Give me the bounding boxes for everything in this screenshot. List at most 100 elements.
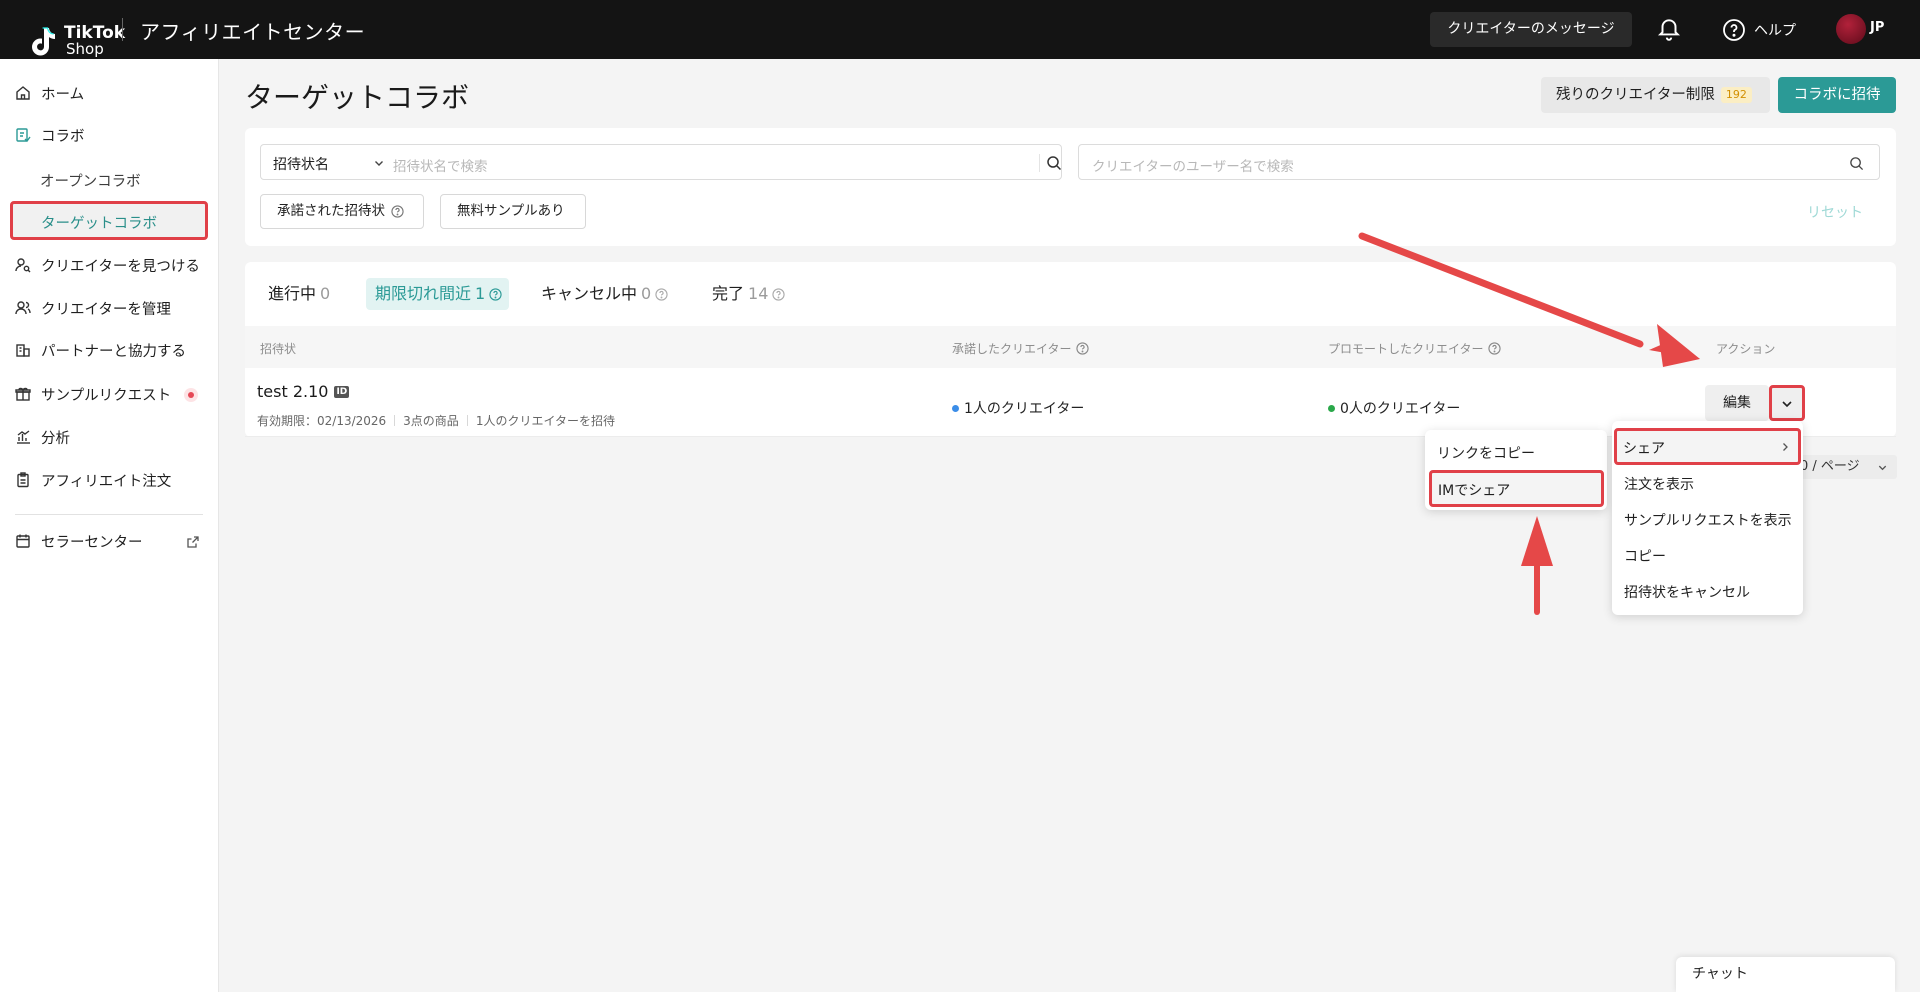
creator-limit-button[interactable]: 残りのクリエイター制限 192 bbox=[1541, 77, 1770, 113]
chevron-down-icon[interactable] bbox=[373, 157, 385, 169]
invitation-meta: 有効期限：02/13/2026 3点の商品 1人のクリエイターを招待 bbox=[257, 412, 615, 429]
tab-count: 0 bbox=[320, 284, 331, 303]
bell-icon[interactable] bbox=[1656, 16, 1682, 42]
logo-tiktok-text: TikTok bbox=[64, 23, 126, 43]
promoted-creators: 0人のクリエイター bbox=[1328, 398, 1460, 418]
creator-messages-button[interactable]: クリエイターのメッセージ bbox=[1430, 12, 1632, 47]
sidebar-item-target-collab[interactable]: ターゲットコラボ bbox=[10, 201, 208, 240]
question-icon bbox=[489, 287, 502, 301]
accepted-creators-text: 1人のクリエイター bbox=[964, 401, 1085, 417]
actions-menu: シェア 注文を表示 サンプルリクエストを表示 コピー 招待状をキャンセル bbox=[1612, 421, 1803, 615]
external-link-icon[interactable] bbox=[186, 535, 200, 549]
sidebar-item-label: アフィリエイト注文 bbox=[41, 473, 172, 490]
share-submenu: リンクをコピー IMでシェア bbox=[1425, 430, 1607, 510]
sidebar-item-open-collab[interactable]: オープンコラボ bbox=[40, 170, 141, 191]
column-accepted: 承諾したクリエイター bbox=[952, 340, 1089, 357]
column-label: 承諾したクリエイター bbox=[952, 342, 1072, 356]
search-icon[interactable] bbox=[1849, 156, 1864, 171]
chat-widget[interactable]: チャット bbox=[1676, 957, 1895, 992]
search-icon[interactable] bbox=[1046, 155, 1062, 171]
sidebar: ホーム コラボ オープンコラボ ターゲットコラボ クリエイターを見つける クリエ… bbox=[0, 59, 219, 992]
top-bar: TikTok Shop アフィリエイトセンター クリエイターのメッセージ ヘルプ… bbox=[0, 0, 1920, 59]
more-actions-button[interactable] bbox=[1769, 385, 1805, 421]
sidebar-item-label: ターゲットコラボ bbox=[41, 216, 157, 232]
sidebar-item-label: サンプルリクエスト bbox=[41, 387, 172, 404]
reset-button[interactable]: リセット bbox=[1807, 202, 1863, 222]
avatar[interactable] bbox=[1836, 14, 1866, 44]
region-label[interactable]: JP bbox=[1870, 20, 1884, 35]
expiry-date: 有効期限：02/13/2026 bbox=[257, 414, 387, 428]
invitations-table: 進行中 0 期限切れ間近 1 キャンセル中 0 完了 14 招待状 承諾したクリ… bbox=[245, 262, 1896, 437]
sidebar-item-manage-creators[interactable]: クリエイターを管理 bbox=[15, 294, 171, 322]
menu-item-label: シェア bbox=[1623, 441, 1665, 457]
creator-search-input[interactable]: クリエイターのユーザー名で検索 bbox=[1092, 155, 1294, 175]
sidebar-item-label: コラボ bbox=[41, 128, 85, 145]
share-im-item[interactable]: IMでシェア bbox=[1429, 470, 1604, 507]
tab-expiring-soon[interactable]: 期限切れ間近 1 bbox=[366, 278, 509, 310]
sidebar-item-analytics[interactable]: 分析 bbox=[15, 423, 70, 451]
page-title: ターゲットコラボ bbox=[245, 81, 470, 114]
building-icon bbox=[16, 344, 30, 357]
search-field-select[interactable]: 招待状名 bbox=[273, 154, 329, 174]
tab-count: 1 bbox=[475, 284, 486, 303]
sidebar-item-home[interactable]: ホーム bbox=[15, 79, 84, 107]
users-icon bbox=[15, 301, 31, 315]
menu-item-label: IMでシェア bbox=[1438, 483, 1511, 499]
view-orders-item[interactable]: 注文を表示 bbox=[1624, 474, 1694, 494]
chip-label: 承諾された招待状 bbox=[277, 203, 385, 219]
id-badge-icon[interactable]: ID bbox=[334, 385, 350, 398]
chart-icon bbox=[17, 430, 30, 444]
question-icon bbox=[1075, 342, 1089, 355]
creator-limit-label: 残りのクリエイター制限 bbox=[1556, 87, 1715, 103]
tab-label: 進行中 bbox=[268, 284, 317, 303]
search-separator bbox=[1039, 154, 1040, 172]
sidebar-item-partners[interactable]: パートナーと協力する bbox=[15, 336, 186, 364]
chevron-down-icon bbox=[1782, 401, 1792, 408]
logo-shop-text: Shop bbox=[66, 40, 104, 58]
creator-limit-count: 192 bbox=[1720, 87, 1752, 103]
chip-label: 無料サンプルあり bbox=[457, 203, 565, 219]
invitation-name-text: test 2.10 bbox=[257, 382, 329, 401]
status-dot bbox=[1328, 404, 1335, 412]
tab-label: 完了 bbox=[712, 284, 745, 303]
question-icon bbox=[655, 287, 668, 301]
invitation-search[interactable]: 招待状名 招待状名で検索 bbox=[260, 144, 1062, 180]
tab-completed[interactable]: 完了 14 bbox=[712, 278, 786, 310]
chevron-right-icon bbox=[1783, 443, 1788, 451]
sidebar-item-label: セラーセンター bbox=[41, 534, 143, 551]
user-search-icon bbox=[15, 258, 31, 273]
clipboard-icon bbox=[17, 472, 29, 488]
column-actions: アクション bbox=[1716, 342, 1776, 356]
question-icon bbox=[391, 205, 404, 218]
tab-in-progress[interactable]: 進行中 0 bbox=[268, 278, 330, 310]
sidebar-item-affiliate-orders[interactable]: アフィリエイト注文 bbox=[15, 466, 171, 494]
sidebar-item-label: 分析 bbox=[41, 430, 70, 447]
copy-link-item[interactable]: リンクをコピー bbox=[1437, 443, 1535, 463]
help-icon bbox=[1723, 19, 1745, 41]
free-sample-filter[interactable]: 無料サンプルあり bbox=[440, 194, 586, 229]
page-size-label: 0 / ページ bbox=[1800, 459, 1860, 474]
edit-button[interactable]: 編集 bbox=[1705, 385, 1769, 421]
copy-item[interactable]: コピー bbox=[1624, 546, 1666, 566]
tiktok-shop-logo[interactable]: TikTok Shop bbox=[14, 12, 125, 57]
share-item[interactable]: シェア bbox=[1614, 428, 1801, 465]
invite-collab-button[interactable]: コラボに招待 bbox=[1778, 77, 1896, 113]
sidebar-item-collab[interactable]: コラボ bbox=[15, 121, 85, 149]
tab-cancelling[interactable]: キャンセル中 0 bbox=[541, 278, 668, 310]
home-icon bbox=[16, 86, 30, 100]
meta-divider bbox=[394, 415, 396, 426]
sidebar-item-find-creators[interactable]: クリエイターを見つける bbox=[15, 251, 200, 279]
help-link[interactable]: ヘルプ bbox=[1722, 17, 1796, 43]
cancel-invitation-item[interactable]: 招待状をキャンセル bbox=[1624, 582, 1750, 602]
sidebar-item-label: クリエイターを管理 bbox=[41, 301, 171, 318]
tab-label: キャンセル中 bbox=[541, 284, 638, 303]
chevron-down-icon bbox=[1878, 465, 1887, 471]
invitation-name: test 2.10 ID bbox=[257, 382, 350, 401]
sidebar-item-seller-center[interactable]: セラーセンター bbox=[15, 527, 143, 555]
app-title: アフィリエイトセンター bbox=[140, 20, 366, 44]
invitation-search-input[interactable]: 招待状名で検索 bbox=[393, 155, 488, 175]
creator-search[interactable]: クリエイターのユーザー名で検索 bbox=[1078, 144, 1880, 180]
accepted-invitation-filter[interactable]: 承諾された招待状 bbox=[260, 194, 424, 229]
sidebar-item-sample-requests[interactable]: サンプルリクエスト bbox=[15, 380, 171, 408]
view-sample-requests-item[interactable]: サンプルリクエストを表示 bbox=[1624, 510, 1792, 530]
